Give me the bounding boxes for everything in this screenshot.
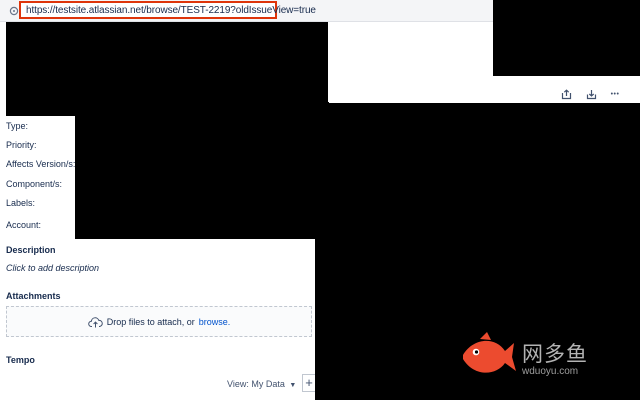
fish-logo-icon [463, 332, 516, 373]
more-actions-button[interactable]: ••• [607, 86, 623, 102]
cloud-upload-icon [87, 316, 103, 327]
export-button[interactable] [583, 86, 599, 102]
watermark-domain-text: wduoyu.com [522, 366, 579, 377]
more-icon: ••• [610, 90, 620, 98]
field-label-account: Account: [6, 220, 42, 230]
caret-down-icon: ▼ [289, 382, 297, 389]
tempo-heading: Tempo [6, 355, 35, 365]
attachments-heading: Attachments [6, 291, 61, 301]
lock-icon [9, 6, 19, 16]
description-placeholder[interactable]: Click to add description [6, 262, 99, 274]
attachment-dropzone[interactable]: Drop files to attach, or browse. [6, 306, 312, 337]
dropzone-text: Drop files to attach, or [106, 316, 195, 327]
browse-link[interactable]: browse. [199, 317, 231, 327]
url-text[interactable]: https://testsite.atlassian.net/browse/TE… [26, 5, 316, 17]
description-heading: Description [6, 245, 56, 255]
view-selector-label: View: My Data [227, 379, 285, 389]
share-icon [561, 88, 571, 99]
redacted-top-right-block [493, 0, 640, 76]
share-button[interactable] [558, 86, 574, 102]
view-selector[interactable]: View: My Data ▼ [227, 378, 296, 392]
export-icon [586, 89, 596, 99]
field-label-labels: Labels: [6, 198, 36, 208]
field-label-priority: Priority: [6, 140, 37, 150]
watermark-chinese-text: 网多鱼 [522, 343, 588, 366]
field-label-affects-versions: Affects Version/s: [6, 159, 76, 169]
add-button[interactable]: + [302, 374, 315, 392]
field-label-components: Component/s: [6, 179, 63, 189]
field-label-type: Type: [6, 121, 29, 131]
